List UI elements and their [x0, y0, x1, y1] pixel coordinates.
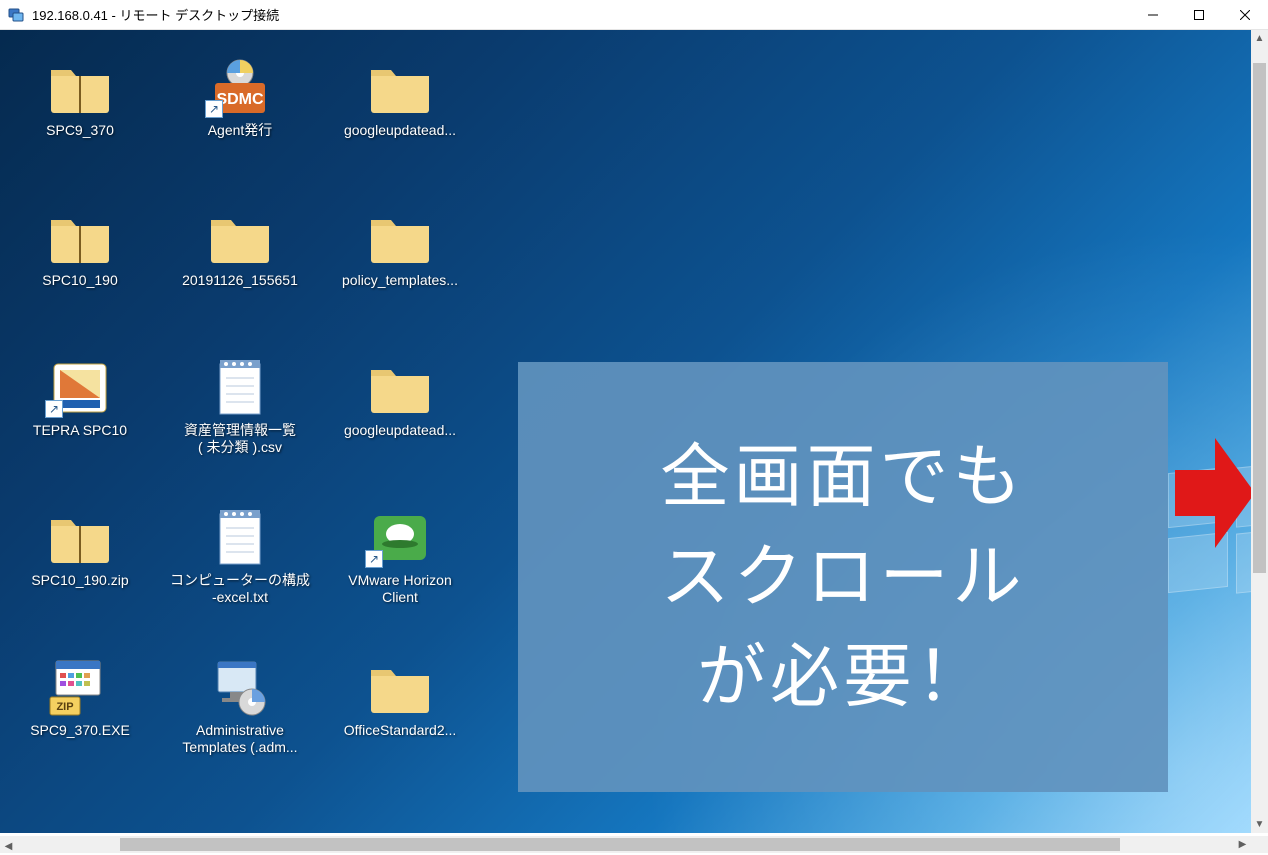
notepad-icon: [205, 508, 275, 568]
scroll-right-button[interactable]: ▶: [1234, 836, 1251, 853]
close-button[interactable]: [1222, 0, 1268, 30]
desktop-icon-label: googleupdatead...: [344, 122, 456, 139]
desktop-icon[interactable]: SPC10_190: [0, 200, 160, 350]
desktop-icon[interactable]: SPC9_370: [0, 50, 160, 200]
admin-templates-icon: [205, 658, 275, 718]
desktop-icon[interactable]: ZIP SPC9_370.EXE: [0, 650, 160, 800]
scroll-up-button[interactable]: ▲: [1251, 30, 1268, 47]
desktop-icons-grid: SPC9_370 SDMC ↗ Agent発行 googleupdatead: [0, 50, 480, 800]
desktop-icon-label: SPC9_370.EXE: [30, 722, 130, 739]
desktop-icon-label: SPC10_190.zip: [31, 572, 128, 589]
desktop-icon-label: 20191126_155651: [182, 272, 298, 289]
horizontal-scroll-thumb[interactable]: [120, 838, 1120, 851]
titlebar: 192.168.0.41 - リモート デスクトップ接続: [0, 0, 1268, 30]
vmware-shortcut-icon: ↗: [365, 508, 435, 568]
desktop-icon[interactable]: Administrative Templates (.adm...: [160, 650, 320, 800]
shortcut-overlay-icon: ↗: [45, 400, 63, 418]
maximize-button[interactable]: [1176, 0, 1222, 30]
desktop-icon-label: policy_templates...: [342, 272, 458, 289]
annotation-arrow-icon: [1175, 438, 1255, 553]
desktop-icon-label: googleupdatead...: [344, 422, 456, 439]
desktop-icon[interactable]: コンピューターの構成 -excel.txt: [160, 500, 320, 650]
desktop-icon-label: Administrative Templates (.adm...: [182, 722, 297, 756]
minimize-button[interactable]: [1130, 0, 1176, 30]
desktop-icon[interactable]: googleupdatead...: [320, 50, 480, 200]
folder-icon: [365, 658, 435, 718]
desktop-icon[interactable]: OfficeStandard2...: [320, 650, 480, 800]
vertical-scrollbar[interactable]: ▲ ▼: [1251, 30, 1268, 833]
scrollbar-corner: [1251, 836, 1268, 853]
svg-text:SDMC: SDMC: [216, 91, 264, 108]
desktop-icon-label: SPC10_190: [42, 272, 118, 289]
desktop-icon-label: OfficeStandard2...: [344, 722, 457, 739]
shortcut-overlay-icon: ↗: [205, 100, 223, 118]
window-title: 192.168.0.41 - リモート デスクトップ接続: [32, 5, 1130, 24]
svg-text:ZIP: ZIP: [56, 701, 73, 713]
desktop-icon[interactable]: 資産管理情報一覧 ( 未分類 ).csv: [160, 350, 320, 500]
shortcut-overlay-icon: ↗: [365, 550, 383, 568]
sdmc-shortcut-icon: SDMC ↗: [205, 58, 275, 118]
desktop-icon[interactable]: 20191126_155651: [160, 200, 320, 350]
notepad-icon: [205, 358, 275, 418]
desktop-icon[interactable]: ↗ TEPRA SPC10: [0, 350, 160, 500]
desktop-icon[interactable]: ↗ VMware Horizon Client: [320, 500, 480, 650]
desktop-icon[interactable]: googleupdatead...: [320, 350, 480, 500]
desktop-icon[interactable]: SDMC ↗ Agent発行: [160, 50, 320, 200]
horizontal-scrollbar[interactable]: ◀ ▶: [0, 836, 1251, 853]
folder-icon: [365, 208, 435, 268]
rdp-icon: [8, 7, 24, 23]
scroll-down-button[interactable]: ▼: [1251, 816, 1268, 833]
folder-zip-icon: [45, 58, 115, 118]
annotation-text: 全画面でも スクロール が必要！: [661, 427, 1026, 727]
folder-icon: [205, 208, 275, 268]
desktop-icon-label: Agent発行: [208, 122, 273, 139]
desktop-icon[interactable]: policy_templates...: [320, 200, 480, 350]
annotation-callout: 全画面でも スクロール が必要！: [518, 362, 1168, 792]
window-controls: [1130, 0, 1268, 29]
folder-icon: [365, 358, 435, 418]
scroll-left-button[interactable]: ◀: [0, 838, 17, 855]
desktop-icon-label: TEPRA SPC10: [33, 422, 127, 439]
desktop-icon[interactable]: SPC10_190.zip: [0, 500, 160, 650]
folder-icon: [365, 58, 435, 118]
folder-zip-icon: [45, 508, 115, 568]
desktop-icon-label: VMware Horizon Client: [348, 572, 451, 606]
desktop-icon-label: SPC9_370: [46, 122, 114, 139]
remote-desktop-view[interactable]: SPC9_370 SDMC ↗ Agent発行 googleupdatead: [0, 30, 1268, 833]
desktop-icon-label: コンピューターの構成 -excel.txt: [170, 572, 310, 606]
vertical-scroll-thumb[interactable]: [1253, 63, 1266, 573]
tepra-shortcut-icon: ↗: [45, 358, 115, 418]
folder-zip-icon: [45, 208, 115, 268]
exe-zip-icon: ZIP: [45, 658, 115, 718]
desktop-icon-label: 資産管理情報一覧 ( 未分類 ).csv: [184, 422, 296, 456]
